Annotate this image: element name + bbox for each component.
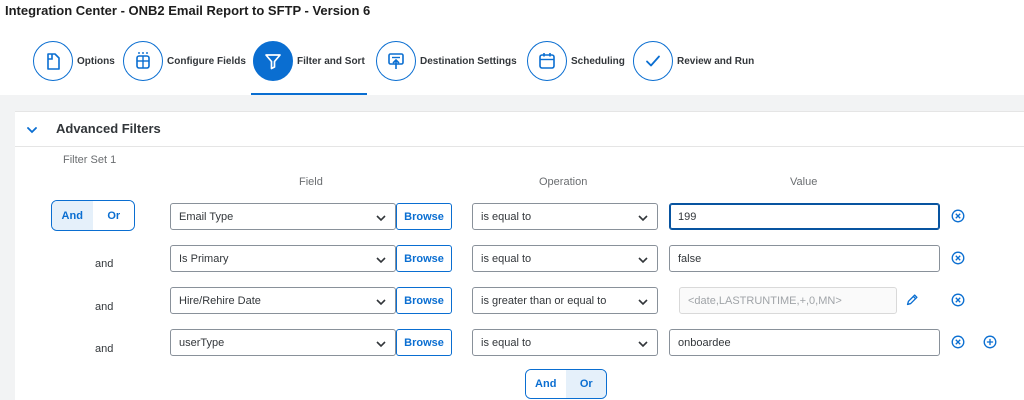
step-destination-settings[interactable]: Destination Settings xyxy=(376,41,517,81)
table-columns-icon xyxy=(123,41,163,81)
field-select[interactable]: Is Primary xyxy=(170,245,396,272)
panel-title: Advanced Filters xyxy=(56,121,161,136)
row-conjunction-label: and xyxy=(95,301,114,313)
add-row-icon[interactable] xyxy=(981,333,999,351)
pencil-icon[interactable] xyxy=(903,291,921,309)
step-label: Configure Fields xyxy=(167,55,246,67)
step-configure-fields[interactable]: Configure Fields xyxy=(123,41,246,81)
row-conjunction-label: and xyxy=(95,343,114,355)
step-filter-and-sort[interactable]: Filter and Sort xyxy=(251,41,367,96)
filter-icon xyxy=(253,41,293,81)
wizard-steps: Options Configure Fields Filter and Sort… xyxy=(0,27,1024,96)
step-options[interactable]: Options xyxy=(33,41,115,81)
and-or-toggle: And Or xyxy=(51,200,135,231)
remove-row-icon[interactable] xyxy=(949,249,967,267)
step-label: Options xyxy=(77,55,115,67)
value-input[interactable] xyxy=(669,203,940,230)
column-header-field: Field xyxy=(299,176,323,188)
operation-select[interactable]: is equal to xyxy=(472,203,658,230)
field-select[interactable]: userType xyxy=(170,329,396,356)
remove-row-icon[interactable] xyxy=(949,291,967,309)
step-scheduling[interactable]: Scheduling xyxy=(527,41,625,81)
operation-select[interactable]: is greater than or equal to xyxy=(472,287,658,314)
remove-row-icon[interactable] xyxy=(949,207,967,225)
checkmark-icon xyxy=(633,41,673,81)
field-select-value: userType xyxy=(179,337,225,349)
chevron-down-icon xyxy=(376,215,386,222)
operation-select-value: is greater than or equal to xyxy=(481,295,607,307)
operation-select[interactable]: is equal to xyxy=(472,329,658,356)
value-input[interactable] xyxy=(679,287,897,314)
chevron-down-icon[interactable] xyxy=(25,123,39,137)
and-toggle-button[interactable]: And xyxy=(526,370,566,398)
browse-button[interactable]: Browse xyxy=(396,245,452,272)
browse-button[interactable]: Browse xyxy=(396,329,452,356)
upload-destination-icon xyxy=(376,41,416,81)
browse-button[interactable]: Browse xyxy=(396,203,452,230)
or-toggle-button[interactable]: Or xyxy=(566,370,606,398)
row-conjunction-label: and xyxy=(95,258,114,270)
chevron-down-icon xyxy=(638,299,648,306)
chevron-down-icon xyxy=(638,341,648,348)
value-input[interactable] xyxy=(669,245,940,272)
field-select-value: Is Primary xyxy=(179,253,229,265)
field-select[interactable]: Email Type xyxy=(170,203,396,230)
chevron-down-icon xyxy=(638,215,648,222)
and-or-toggle: And Or xyxy=(525,369,607,399)
operation-select-value: is equal to xyxy=(481,337,532,349)
and-toggle-button[interactable]: And xyxy=(52,201,93,230)
remove-row-icon[interactable] xyxy=(949,333,967,351)
field-select-value: Hire/Rehire Date xyxy=(179,295,261,307)
calendar-icon xyxy=(527,41,567,81)
operation-select-value: is equal to xyxy=(481,253,532,265)
advanced-filters-panel: Advanced Filters Filter Set 1 Field Oper… xyxy=(15,111,1024,400)
document-icon xyxy=(33,41,73,81)
page-title: Integration Center - ONB2 Email Report t… xyxy=(5,3,371,18)
panel-header: Advanced Filters xyxy=(15,112,1024,147)
operation-select-value: is equal to xyxy=(481,211,532,223)
column-header-operation: Operation xyxy=(539,176,588,188)
step-review-and-run[interactable]: Review and Run xyxy=(633,41,754,81)
step-label: Scheduling xyxy=(571,55,625,67)
operation-select[interactable]: is equal to xyxy=(472,245,658,272)
value-input[interactable] xyxy=(669,329,940,356)
step-label: Review and Run xyxy=(677,55,755,67)
content-area: Advanced Filters Filter Set 1 Field Oper… xyxy=(0,95,1024,400)
browse-button[interactable]: Browse xyxy=(396,287,452,314)
chevron-down-icon xyxy=(376,299,386,306)
field-select-value: Email Type xyxy=(179,211,234,223)
field-select[interactable]: Hire/Rehire Date xyxy=(170,287,396,314)
column-header-value: Value xyxy=(790,176,818,188)
chevron-down-icon xyxy=(376,341,386,348)
filter-set-label: Filter Set 1 xyxy=(63,154,117,166)
step-label: Destination Settings xyxy=(420,55,517,67)
or-toggle-button[interactable]: Or xyxy=(93,201,134,230)
step-label: Filter and Sort xyxy=(297,55,365,67)
chevron-down-icon xyxy=(638,257,648,264)
chevron-down-icon xyxy=(376,257,386,264)
